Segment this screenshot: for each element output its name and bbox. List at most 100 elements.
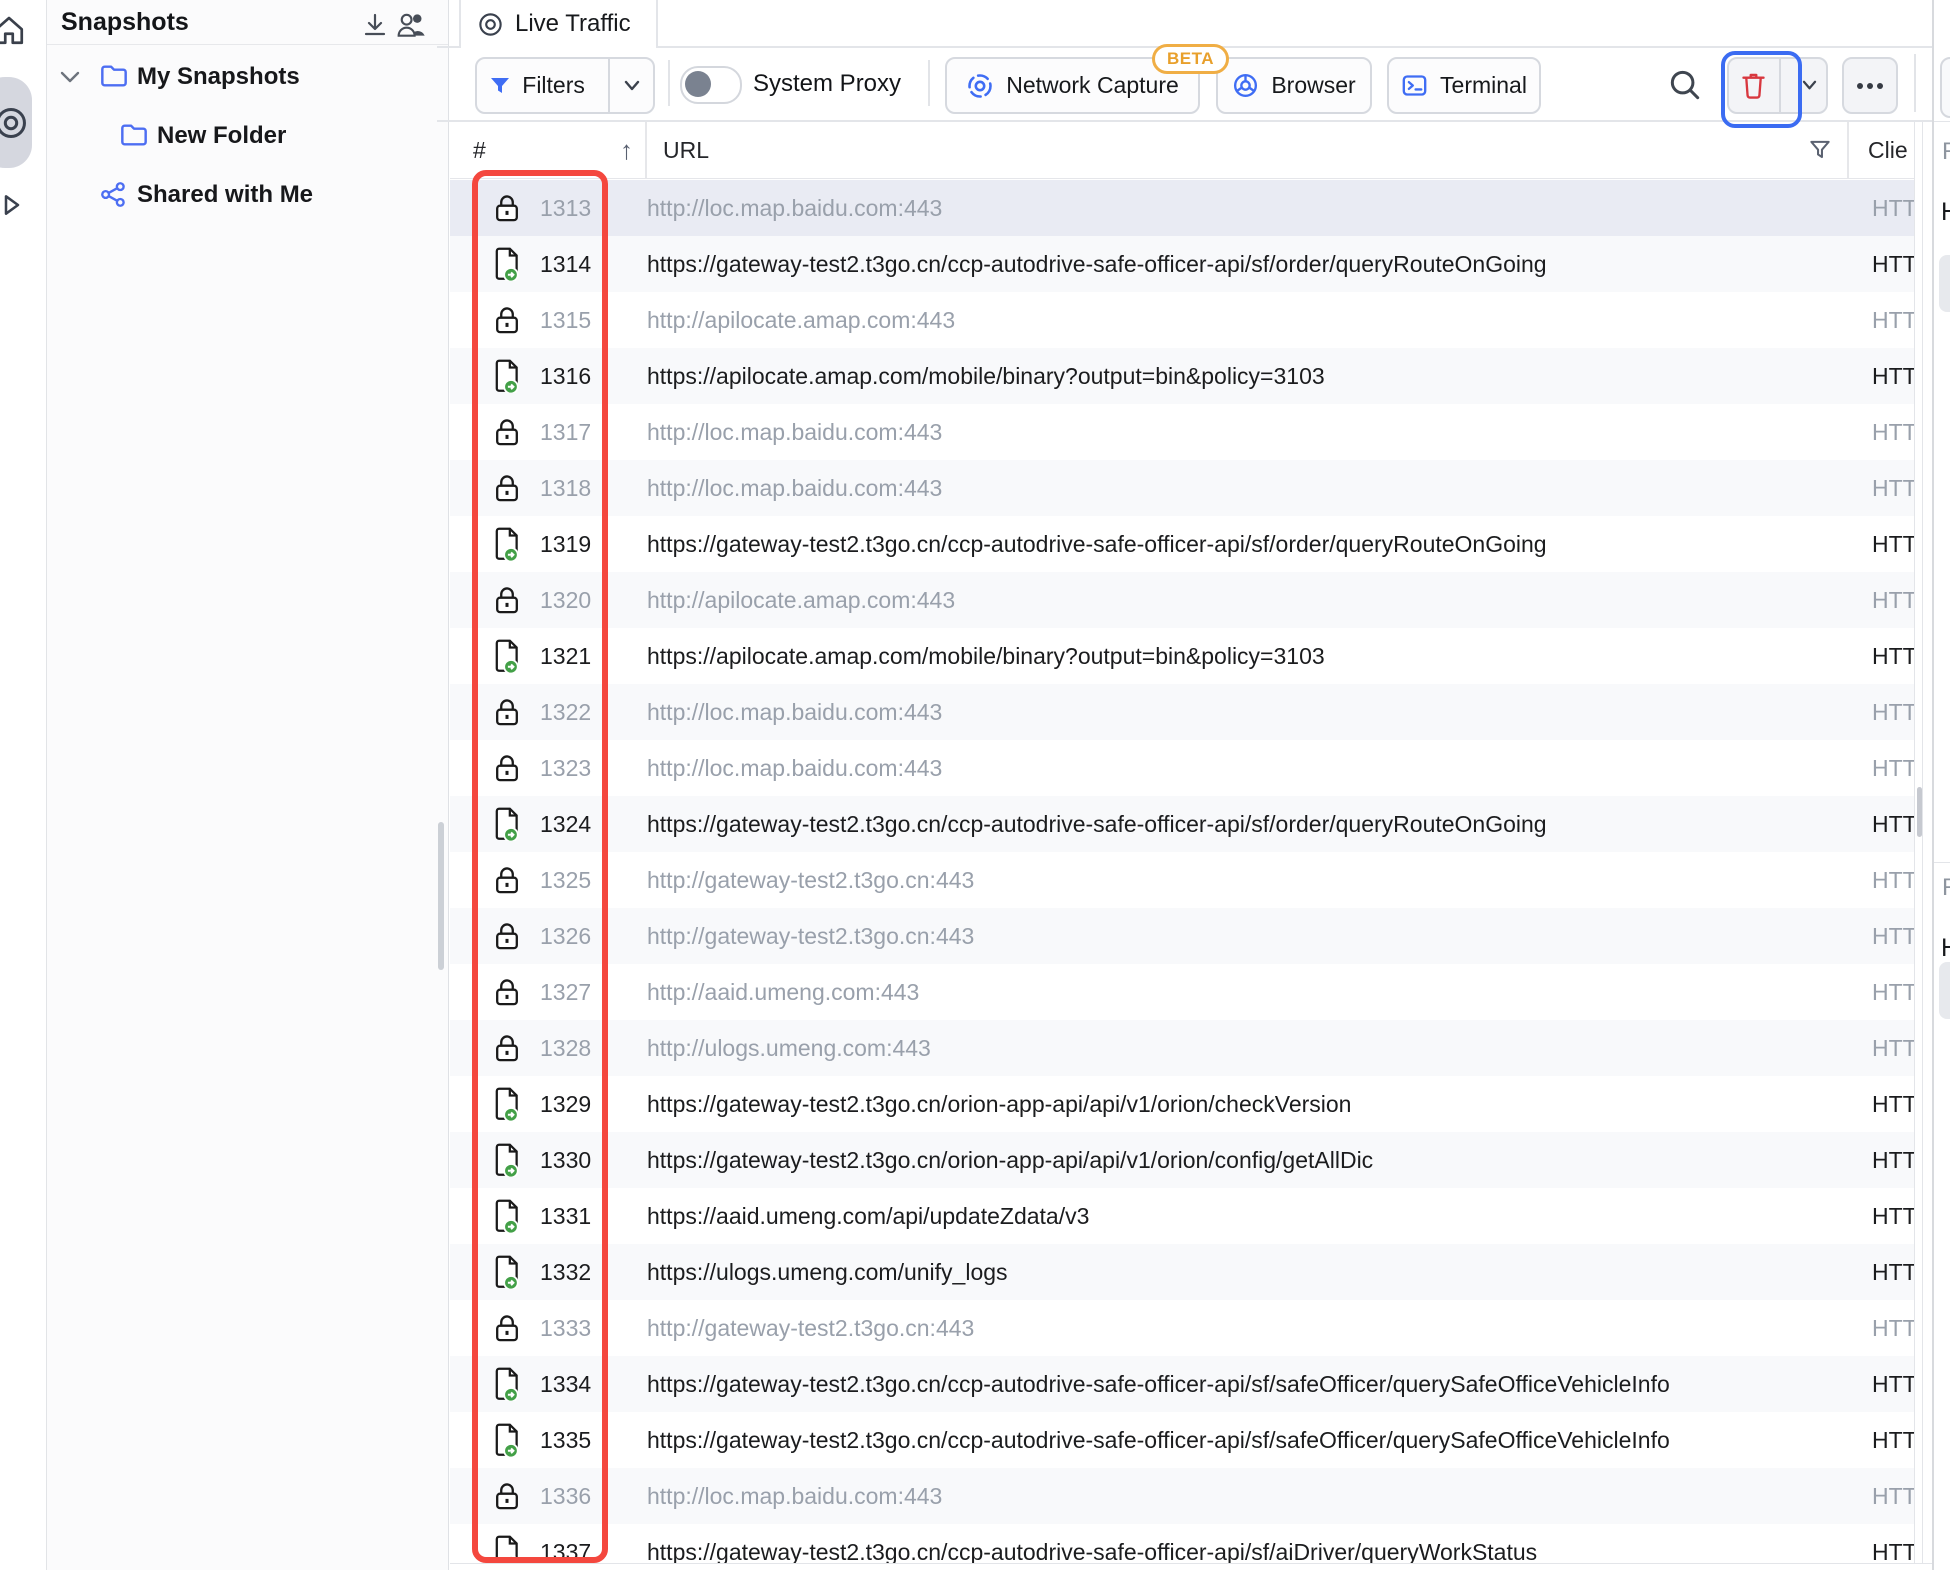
row-number: 1322 (540, 699, 591, 726)
detail-button-sliver[interactable] (1939, 962, 1950, 1019)
filters-button[interactable]: Filters (477, 59, 596, 112)
chevron-down-icon (622, 79, 642, 93)
sidebar-item-shared-with-me[interactable]: Shared with Me (47, 168, 448, 222)
row-number-cell: 1332 (450, 1255, 647, 1289)
table-row[interactable]: 1313 http://loc.map.baidu.com:443 HTT (450, 180, 1914, 236)
row-number: 1333 (540, 1315, 591, 1342)
row-number: 1327 (540, 979, 591, 1006)
sidebar-item-my-snapshots[interactable]: My Snapshots (47, 50, 448, 104)
table-row[interactable]: 1335 https://gateway-test2.t3go.cn/ccp-a… (450, 1412, 1914, 1468)
search-icon[interactable] (1666, 66, 1704, 104)
home-icon[interactable] (0, 12, 28, 48)
sidebar-item-label: My Snapshots (137, 63, 300, 91)
column-header-url[interactable]: URL (647, 122, 1847, 178)
download-icon[interactable] (360, 12, 390, 40)
detail-text: H (1941, 198, 1950, 227)
lock-icon (490, 417, 524, 447)
table-row[interactable]: 1333 http://gateway-test2.t3go.cn:443 HT… (450, 1300, 1914, 1356)
table-horizontal-scrollbar[interactable] (450, 1563, 1932, 1570)
table-row[interactable]: 1329 https://gateway-test2.t3go.cn/orion… (450, 1076, 1914, 1132)
table-row[interactable]: 1326 http://gateway-test2.t3go.cn:443 HT… (450, 908, 1914, 964)
row-number-cell: 1336 (450, 1481, 647, 1511)
table-row[interactable]: 1331 https://aaid.umeng.com/api/updateZd… (450, 1188, 1914, 1244)
filters-split-button: Filters (475, 57, 655, 114)
column-header-client[interactable]: Clie (1847, 122, 1914, 178)
document-sent-icon (490, 1087, 524, 1121)
chevron-down-icon[interactable] (58, 68, 82, 86)
row-number: 1314 (540, 251, 591, 278)
table-row[interactable]: 1321 https://apilocate.amap.com/mobile/b… (450, 628, 1914, 684)
row-url: http://gateway-test2.t3go.cn:443 (647, 1315, 1847, 1342)
trash-icon (1740, 71, 1767, 100)
document-sent-icon (490, 1255, 524, 1289)
lock-icon-glyph (493, 193, 521, 223)
lock-icon (490, 305, 524, 335)
row-client: HTT (1847, 251, 1914, 278)
table-row[interactable]: 1330 https://gateway-test2.t3go.cn/orion… (450, 1132, 1914, 1188)
detail-button-sliver[interactable] (1939, 255, 1950, 312)
forward-arrow-icon[interactable] (0, 189, 26, 221)
table-row[interactable]: 1317 http://loc.map.baidu.com:443 HTT (450, 404, 1914, 460)
delete-dropdown-button[interactable] (1793, 59, 1826, 112)
row-url: https://apilocate.amap.com/mobile/binary… (647, 643, 1847, 670)
row-url: https://gateway-test2.t3go.cn/ccp-autodr… (647, 1371, 1847, 1398)
document-sent-icon-glyph (491, 359, 523, 393)
document-sent-icon (490, 1199, 524, 1233)
table-row[interactable]: 1325 http://gateway-test2.t3go.cn:443 HT… (450, 852, 1914, 908)
table-row[interactable]: 1336 http://loc.map.baidu.com:443 HTT (450, 1468, 1914, 1524)
table-row[interactable]: 1318 http://loc.map.baidu.com:443 HTT (450, 460, 1914, 516)
sidebar-item-new-folder[interactable]: New Folder (47, 110, 448, 164)
document-sent-icon (490, 247, 524, 281)
row-number: 1324 (540, 811, 591, 838)
table-scrollbar-thumb[interactable] (1917, 787, 1922, 837)
row-number-cell: 1324 (450, 807, 647, 841)
document-sent-icon (490, 1423, 524, 1457)
browser-chrome-icon (1232, 72, 1259, 99)
traffic-table-header: # ↑ URL Clie (450, 122, 1914, 179)
table-row[interactable]: 1315 http://apilocate.amap.com:443 HTT (450, 292, 1914, 348)
row-number: 1318 (540, 475, 591, 502)
detail-pane-button-edge[interactable] (1940, 57, 1950, 118)
live-traffic-eye-icon (477, 11, 504, 38)
row-number: 1316 (540, 363, 591, 390)
tab-live-traffic[interactable]: Live Traffic (459, 0, 658, 48)
table-row[interactable]: 1314 https://gateway-test2.t3go.cn/ccp-a… (450, 236, 1914, 292)
table-row[interactable]: 1337 https://gateway-test2.t3go.cn/ccp-a… (450, 1524, 1914, 1563)
table-row[interactable]: 1327 http://aaid.umeng.com:443 HTT (450, 964, 1914, 1020)
row-client: HTT (1847, 363, 1914, 390)
table-vertical-scrollbar[interactable] (1914, 122, 1923, 1563)
delete-button[interactable] (1729, 59, 1781, 112)
browser-button[interactable]: Browser (1216, 57, 1372, 114)
sidebar-item-label: Shared with Me (137, 181, 313, 209)
sort-ascending-icon[interactable]: ↑ (620, 122, 633, 178)
proxy-app-window: Snapshots My Snapshots New Folder (0, 0, 1950, 1570)
row-number-cell: 1313 (450, 193, 647, 223)
shared-users-icon[interactable] (396, 10, 430, 40)
column-header-number[interactable]: # ↑ (450, 122, 647, 178)
column-filter-icon[interactable] (1807, 137, 1833, 163)
table-row[interactable]: 1323 http://loc.map.baidu.com:443 HTT (450, 740, 1914, 796)
row-number-cell: 1331 (450, 1199, 647, 1233)
system-proxy-toggle[interactable] (680, 66, 742, 104)
row-client: HTT (1847, 1371, 1914, 1398)
document-sent-icon (490, 527, 524, 561)
column-url-label: URL (663, 137, 709, 164)
sidebar-scrollbar-thumb[interactable] (438, 822, 444, 970)
delete-split-button (1727, 57, 1828, 114)
table-row[interactable]: 1324 https://gateway-test2.t3go.cn/ccp-a… (450, 796, 1914, 852)
table-row[interactable]: 1332 https://ulogs.umeng.com/unify_logs … (450, 1244, 1914, 1300)
table-row[interactable]: 1320 http://apilocate.amap.com:443 HTT (450, 572, 1914, 628)
row-client: HTT (1847, 643, 1914, 670)
filters-dropdown-button[interactable] (608, 59, 653, 112)
table-row[interactable]: 1322 http://loc.map.baidu.com:443 HTT (450, 684, 1914, 740)
lock-icon (490, 1033, 524, 1063)
table-row[interactable]: 1334 https://gateway-test2.t3go.cn/ccp-a… (450, 1356, 1914, 1412)
row-client: HTT (1847, 1147, 1914, 1174)
row-number-cell: 1328 (450, 1033, 647, 1063)
table-row[interactable]: 1316 https://apilocate.amap.com/mobile/b… (450, 348, 1914, 404)
table-row[interactable]: 1328 http://ulogs.umeng.com:443 HTT (450, 1020, 1914, 1076)
terminal-button[interactable]: Terminal (1387, 57, 1541, 114)
more-options-button[interactable] (1842, 57, 1898, 114)
row-number: 1335 (540, 1427, 591, 1454)
table-row[interactable]: 1319 https://gateway-test2.t3go.cn/ccp-a… (450, 516, 1914, 572)
